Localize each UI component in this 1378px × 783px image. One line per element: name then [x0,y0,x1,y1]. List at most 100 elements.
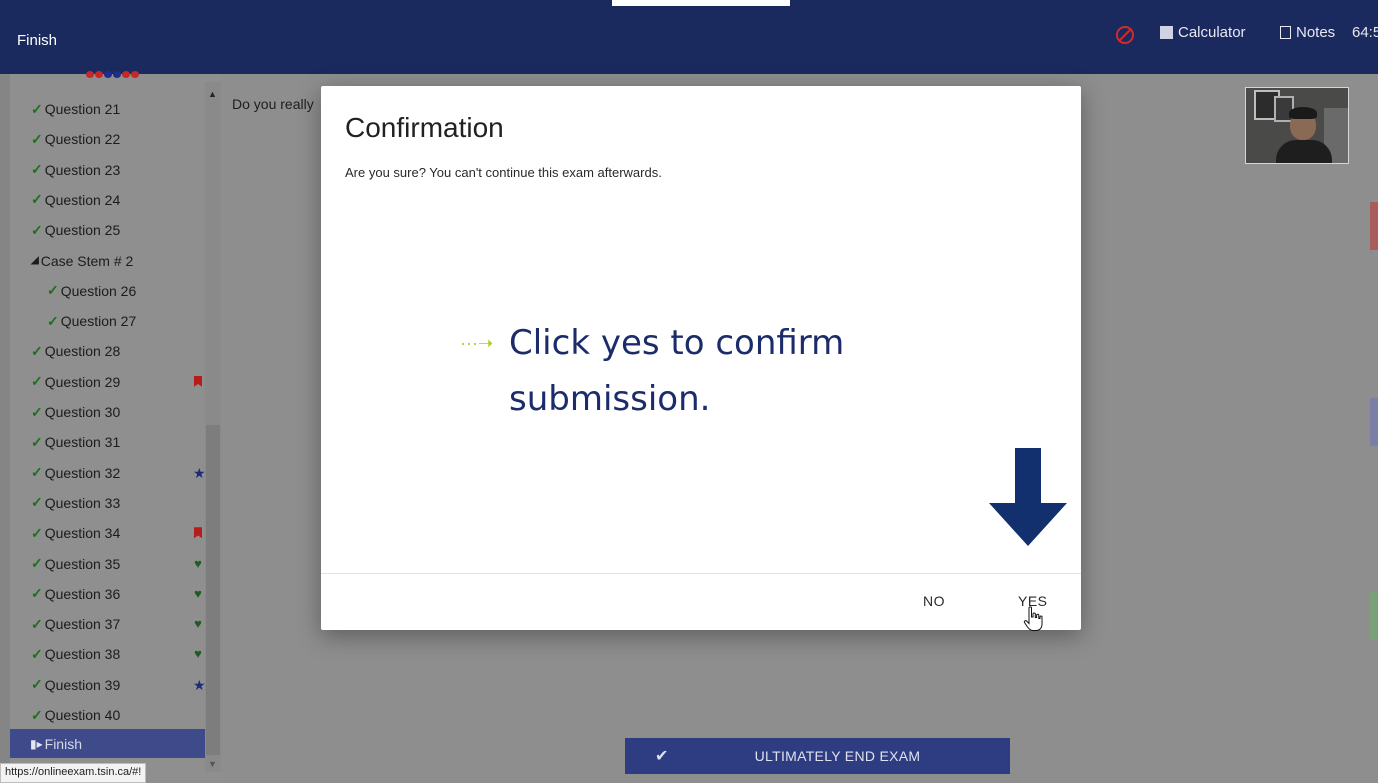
status-url: https://onlineexam.tsin.ca/#! [0,763,147,783]
check-icon: ✓ [31,100,43,117]
check-icon: ✓ [31,342,43,359]
sidebar-item-label: Question 27 [60,313,137,330]
check-icon: ✓ [31,645,43,662]
sidebar-item-question[interactable]: ✓ Question 31 [31,427,120,457]
check-icon: ✓ [31,676,43,693]
check-icon: ✓ [31,191,43,208]
sidebar-item-question[interactable]: ✓ Question 29 [31,367,120,397]
sidebar-item-label: Question 25 [44,222,121,239]
sidebar-item-question[interactable]: ✓ Question 22 [31,124,120,154]
dialog-message: Are you sure? You can't continue this ex… [345,165,662,180]
sidebar-item-label: Question 21 [44,101,121,117]
side-tab[interactable] [1370,398,1378,446]
scrollbar-thumb[interactable] [206,425,220,755]
sidebar-item-question[interactable]: ✓ Question 28 [31,336,120,366]
sidebar-item-question[interactable]: ✓ Question 25 [31,215,120,245]
progress-dot [104,71,112,78]
down-arrow-icon [989,448,1067,546]
bookmark-icon[interactable] [193,375,203,388]
notes-button[interactable]: Notes [1280,24,1335,41]
sidebar-item-finish[interactable]: ▮▸ Finish [10,729,205,758]
sidebar-item-question[interactable]: ✓ Question 30 [31,397,120,427]
sidebar-item-question[interactable]: ✓ Question 39 [31,670,120,700]
sidebar-item-question[interactable]: ✓ Question 24 [31,185,120,215]
webcam-preview [1245,87,1349,164]
sidebar-finish-label: Finish [44,735,82,752]
check-icon: ✓ [31,524,43,541]
sidebar-item-label: Question 30 [44,404,121,420]
sidebar-item-question[interactable]: ✓ Question 33 [31,488,120,518]
sidebar-item-question[interactable]: ✓ Question 23 [31,155,120,185]
end-exam-button[interactable]: ✔ ULTIMATELY END EXAM [625,738,1010,774]
sidebar-item-label: Question 36 [44,585,121,602]
progress-dot [113,71,121,78]
check-icon: ✓ [31,464,43,481]
notes-icon [1280,26,1291,39]
sidebar-item-question[interactable]: ✓ Question 21 [31,94,120,124]
collapse-icon: ◢ [31,255,39,266]
sidebar-item-label: Question 26 [60,282,137,299]
progress-dot [122,71,130,78]
sidebar-item-label: Case Stem # 2 [40,252,134,269]
sidebar-item-question[interactable]: ✓ Question 26 [47,276,136,306]
confirmation-dialog: Confirmation Are you sure? You can't con… [321,86,1081,630]
check-icon: ✓ [31,130,43,147]
heart-icon[interactable]: ♥ [193,557,203,570]
callout-text: Click yes to confirm submission. [509,315,844,427]
dialog-title: Confirmation [345,112,504,143]
side-tab[interactable] [1370,592,1378,640]
check-icon: ✓ [47,282,59,299]
sidebar-item-question[interactable]: ✓ Question 35 [31,549,120,579]
heart-icon[interactable]: ♥ [193,647,203,660]
progress-dots [86,71,139,78]
star-icon[interactable]: ★ [193,466,206,480]
timer-value: 64:5 [1352,24,1378,41]
dialog-divider [321,573,1081,574]
scroll-up-icon[interactable]: ▲ [208,89,217,99]
bookmark-icon[interactable] [193,527,203,539]
end-exam-label: ULTIMATELY END EXAM [754,748,921,764]
sidebar-item-question[interactable]: ✓ Question 32 [31,458,120,488]
no-edit-icon[interactable] [1116,26,1134,44]
sidebar-item-question[interactable]: ◢ Case Stem # 2 [31,246,133,276]
progress-dot [95,71,103,78]
no-button[interactable]: NO [923,593,945,609]
sidebar-item-question[interactable]: ✓ Question 34 [31,518,120,548]
check-icon: ✓ [31,494,43,511]
check-icon: ✓ [31,585,43,602]
sidebar-item-label: Question 37 [44,616,121,633]
exit-icon: ▮▸ [30,736,43,751]
heart-icon[interactable]: ♥ [193,587,203,600]
heart-icon[interactable]: ♥ [193,617,203,630]
star-icon[interactable]: ★ [193,678,206,692]
sidebar-item-label: Question 24 [44,191,121,208]
check-icon: ✓ [31,373,43,390]
calculator-button[interactable]: Calculator [1160,24,1246,41]
sidebar-item-label: Question 40 [44,707,121,723]
scroll-down-icon[interactable]: ▼ [208,759,217,769]
calculator-icon [1160,26,1173,39]
sidebar-item-question[interactable]: ✓ Question 36 [31,579,120,609]
side-tab[interactable] [1370,202,1378,250]
check-icon: ✓ [31,555,43,571]
callout-arrow-icon: ···➝ [460,333,494,353]
check-icon: ✓ [31,433,43,450]
callout-line: Click yes to confirm [509,323,845,363]
sidebar-item-label: Question 23 [44,161,121,178]
check-icon: ✓ [47,312,59,329]
sidebar-item-label: Question 33 [44,494,121,511]
check-icon: ✓ [31,706,43,723]
notes-label: Notes [1296,24,1336,41]
hand-cursor-icon [1023,606,1043,631]
timer: 64:5 [1352,24,1378,41]
sidebar-item-label: Question 32 [44,464,121,481]
sidebar-item-question[interactable]: ✓ Question 37 [31,609,120,639]
sidebar-item-question[interactable]: ✓ Question 40 [31,700,120,730]
check-icon: ✓ [31,403,43,420]
sidebar-item-label: Question 29 [44,373,121,390]
progress-dot [131,71,139,78]
sidebar-item-question[interactable]: ✓ Question 27 [47,306,136,336]
sidebar-item-label: Question 34 [44,525,121,542]
sidebar-item-question[interactable]: ✓ Question 38 [31,639,120,669]
sidebar-item-label: Question 31 [44,434,121,451]
